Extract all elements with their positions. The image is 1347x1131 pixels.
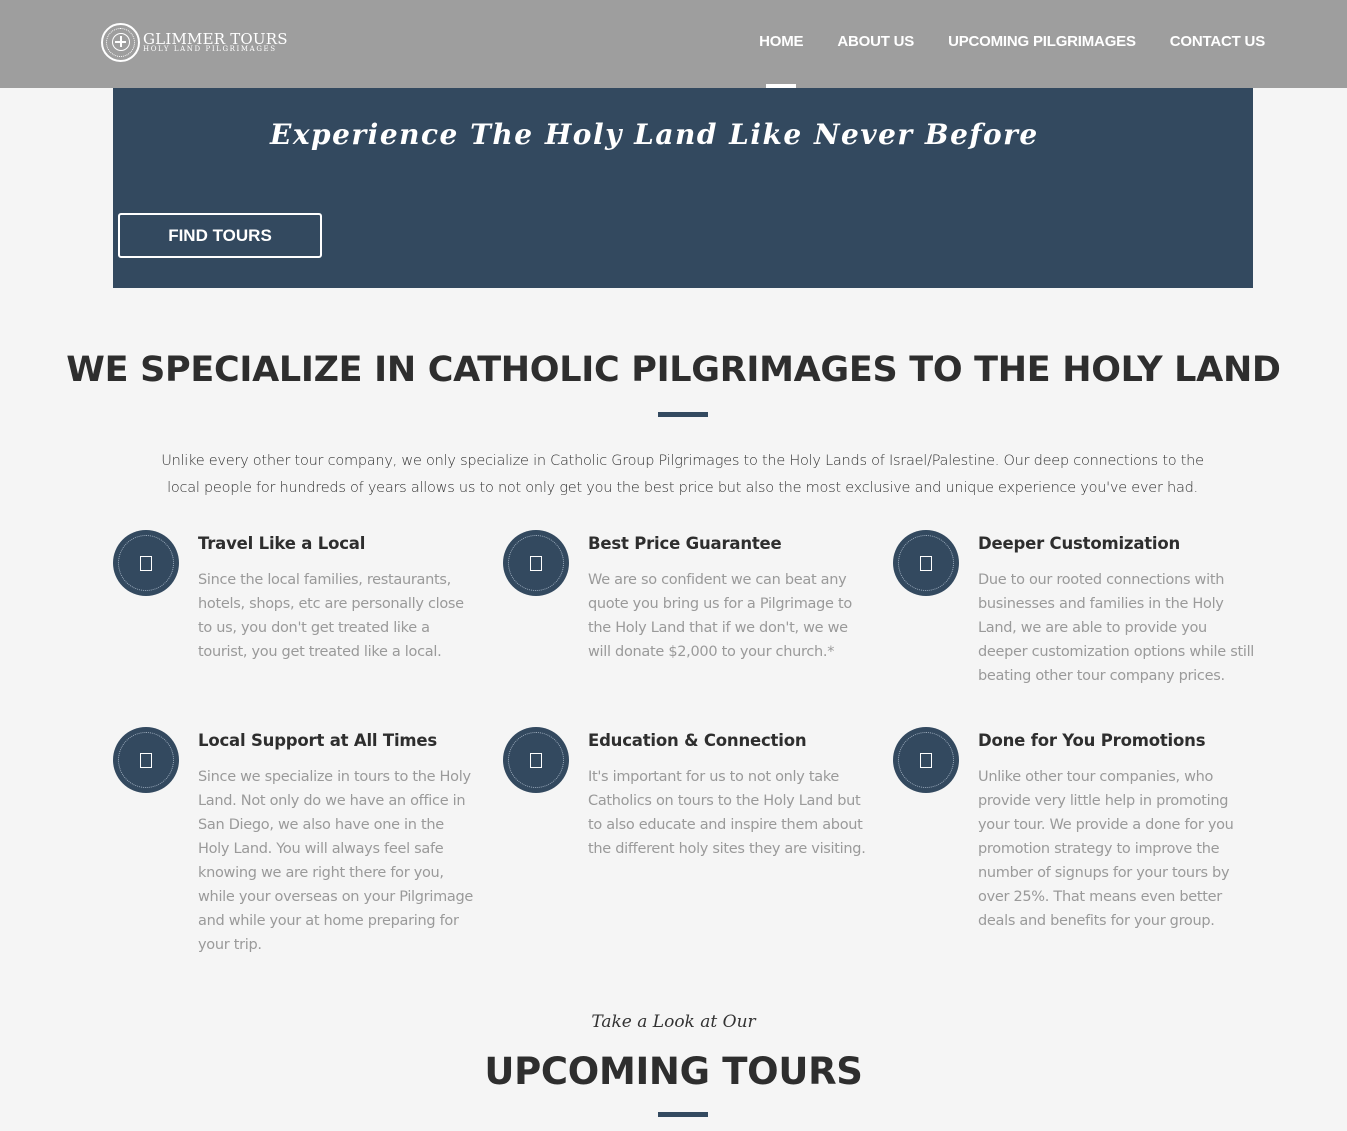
glyph-icon bbox=[140, 752, 152, 768]
specialize-intro: Unlike every other tour company, we only… bbox=[161, 453, 1204, 496]
main-nav: HOME ABOUT US UPCOMING PILGRIMAGES CONTA… bbox=[725, 0, 1265, 88]
feature-icon bbox=[503, 727, 569, 793]
heading-divider bbox=[658, 412, 708, 417]
feature-title: Travel Like a Local bbox=[198, 534, 366, 553]
nav-about-us[interactable]: ABOUT US bbox=[837, 0, 914, 88]
site-header: GLIMMER TOURS HOLY LAND PILGRIMAGES HOME… bbox=[0, 0, 1347, 88]
logo-tagline: HOLY LAND PILGRIMAGES bbox=[143, 44, 277, 53]
feature-icon bbox=[503, 530, 569, 596]
feature-icon bbox=[893, 727, 959, 793]
logo-text: GLIMMER TOURS HOLY LAND PILGRIMAGES bbox=[143, 31, 288, 53]
feature-text: Since we specialize in tours to the Holy… bbox=[198, 769, 474, 953]
upcoming-tours-heading: UPCOMING TOURS bbox=[484, 1050, 863, 1093]
feature-title: Best Price Guarantee bbox=[588, 534, 782, 553]
feature-text: Due to our rooted connections with busin… bbox=[978, 572, 1255, 684]
feature-icon bbox=[893, 530, 959, 596]
specialize-heading: WE SPECIALIZE IN CATHOLIC PILGRIMAGES TO… bbox=[66, 350, 1281, 390]
site-logo[interactable]: GLIMMER TOURS HOLY LAND PILGRIMAGES bbox=[101, 22, 288, 62]
tours-divider bbox=[658, 1112, 708, 1117]
nav-upcoming-pilgrimages[interactable]: UPCOMING PILGRIMAGES bbox=[948, 0, 1136, 88]
find-tours-button[interactable]: FIND TOURS bbox=[118, 213, 322, 258]
glyph-icon bbox=[530, 752, 542, 768]
cross-icon bbox=[111, 33, 130, 51]
nav-home[interactable]: HOME bbox=[759, 0, 803, 88]
glyph-icon bbox=[530, 555, 542, 571]
hero-banner: Experience The Holy Land Like Never Befo… bbox=[113, 88, 1253, 288]
glyph-icon bbox=[920, 752, 932, 768]
nav-contact-us[interactable]: CONTACT US bbox=[1170, 0, 1265, 88]
glyph-icon bbox=[920, 555, 932, 571]
cross-in-circle-icon bbox=[101, 22, 140, 62]
upcoming-subtitle: Take a Look at Our bbox=[591, 1012, 756, 1032]
feature-text: It's important for us to not only take C… bbox=[588, 769, 866, 857]
feature-icon bbox=[113, 727, 179, 793]
feature-title: Deeper Customization bbox=[978, 534, 1181, 553]
glyph-icon bbox=[140, 555, 152, 571]
feature-text: Since the local families, restaurants, h… bbox=[198, 572, 464, 660]
feature-title: Education & Connection bbox=[588, 731, 807, 750]
feature-title: Done for You Promotions bbox=[978, 731, 1206, 750]
feature-icon bbox=[113, 530, 179, 596]
feature-text: Unlike other tour companies, who provide… bbox=[978, 769, 1234, 929]
hero-title: Experience The Holy Land Like Never Befo… bbox=[270, 118, 1039, 151]
feature-text: We are so confident we can beat any quot… bbox=[588, 572, 852, 660]
feature-title: Local Support at All Times bbox=[198, 731, 438, 750]
